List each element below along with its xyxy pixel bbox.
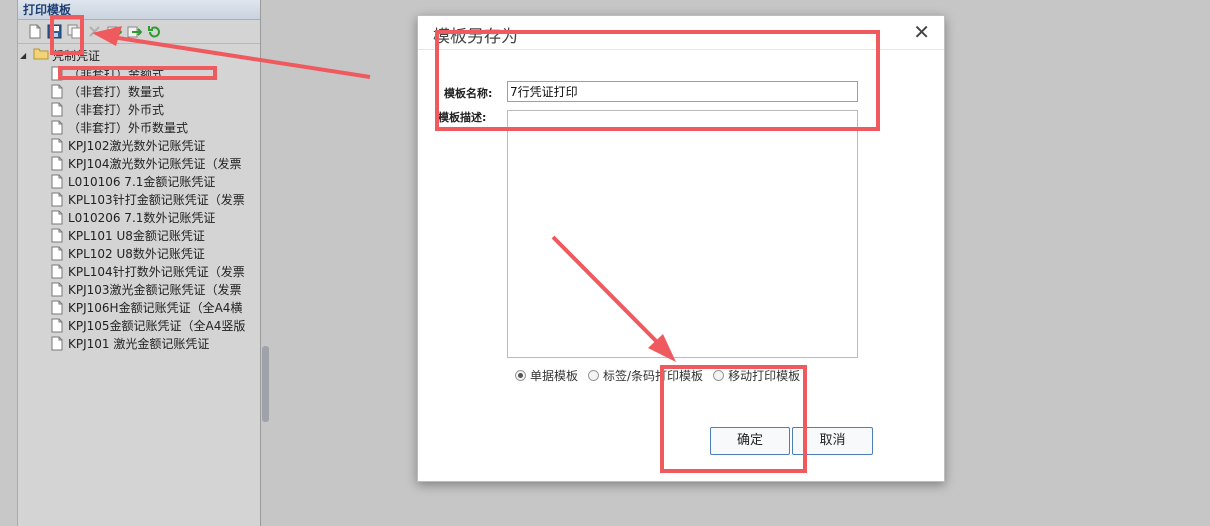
annotation-box-ok-button — [660, 365, 807, 473]
radio-document-template[interactable] — [515, 370, 526, 381]
document-icon — [51, 138, 63, 152]
document-icon — [51, 174, 63, 188]
export-icon[interactable] — [126, 23, 143, 40]
document-icon — [51, 282, 63, 296]
tree-item-label: KPL104针打数外记账凭证（发票 — [68, 264, 245, 279]
tree-item-label: （非套打）外币数量式 — [68, 120, 189, 135]
collapse-triangle-icon[interactable]: ◢ — [20, 51, 30, 60]
tree-item-label: （非套打）外币式 — [68, 102, 165, 117]
template-desc-textarea[interactable] — [507, 110, 858, 358]
tree-item-label: KPL102 U8数外记账凭证 — [68, 246, 205, 261]
refresh-icon[interactable] — [146, 23, 163, 40]
document-icon — [51, 102, 63, 116]
tree-item[interactable]: KPJ104激光数外记账凭证（发票 — [18, 154, 260, 172]
annotation-box-name-field — [435, 30, 880, 131]
document-icon — [51, 336, 63, 350]
tree-item[interactable]: L010106 7.1金额记账凭证 — [18, 172, 260, 190]
document-icon — [51, 120, 63, 134]
tree-item[interactable]: （非套打）外币式 — [18, 100, 260, 118]
document-icon — [51, 228, 63, 242]
annotation-box-tree-item — [58, 66, 217, 80]
radio-document-template-label: 单据模板 — [530, 369, 579, 383]
tree-item[interactable]: （非套打）外币数量式 — [18, 118, 260, 136]
document-icon — [51, 264, 63, 278]
tree-item[interactable]: KPJ105金额记账凭证（全A4竖版 — [18, 316, 260, 334]
tree-item[interactable]: KPJ101 激光金额记账凭证 — [18, 334, 260, 352]
tree-item[interactable]: KPL104针打数外记账凭证（发票 — [18, 262, 260, 280]
document-icon — [51, 210, 63, 224]
document-icon — [51, 84, 63, 98]
document-icon — [51, 246, 63, 260]
tree-item[interactable]: KPL103针打金额记账凭证（发票 — [18, 190, 260, 208]
close-icon[interactable]: ✕ — [913, 20, 930, 44]
tree-item-label: （非套打）数量式 — [68, 84, 165, 99]
tree-item-label: KPJ104激光数外记账凭证（发票 — [68, 156, 242, 171]
tree-item-label: KPJ102激光数外记账凭证 — [68, 138, 206, 153]
import-icon[interactable] — [106, 23, 123, 40]
template-tree: ◢ 凭制凭证 （非套打）金额式 （非套打）数量式 （非套打）外币式 （非套打）外币数量… — [18, 44, 260, 352]
tree-item[interactable]: （非套打）数量式 — [18, 82, 260, 100]
document-icon — [51, 192, 63, 206]
tree-item-label: L010206 7.1数外记账凭证 — [68, 210, 216, 225]
tree-item[interactable]: KPJ102激光数外记账凭证 — [18, 136, 260, 154]
document-icon — [51, 156, 63, 170]
tree-item-label: KPL103针打金额记账凭证（发票 — [68, 192, 245, 207]
tree-item[interactable]: KPJ106H金额记账凭证（全A4横 — [18, 298, 260, 316]
tree-item[interactable]: KPL101 U8金额记账凭证 — [18, 226, 260, 244]
tree-item[interactable]: L010206 7.1数外记账凭证 — [18, 208, 260, 226]
tree-item[interactable]: KPL102 U8数外记账凭证 — [18, 244, 260, 262]
left-edge-strip — [0, 0, 18, 526]
tree-item[interactable]: KPJ103激光金额记账凭证（发票 — [18, 280, 260, 298]
tree-item-label: KPJ101 激光金额记账凭证 — [68, 336, 210, 351]
annotation-box-toolbar — [50, 15, 84, 55]
new-doc-icon[interactable] — [26, 23, 43, 40]
panel-splitter-handle[interactable] — [262, 346, 269, 422]
folder-icon — [33, 47, 49, 63]
radio-label-barcode-template[interactable] — [588, 370, 600, 381]
document-icon — [51, 300, 63, 314]
delete-icon[interactable] — [86, 23, 103, 40]
tree-item-label: L010106 7.1金额记账凭证 — [68, 174, 216, 189]
tree-item-label: KPL101 U8金额记账凭证 — [68, 228, 205, 243]
tree-item-label: KPJ103激光金额记账凭证（发票 — [68, 282, 242, 297]
tree-item-label: KPJ105金额记账凭证（全A4竖版 — [68, 318, 246, 333]
tree-item-label: KPJ106H金额记账凭证（全A4横 — [68, 300, 243, 315]
document-icon — [51, 318, 63, 332]
